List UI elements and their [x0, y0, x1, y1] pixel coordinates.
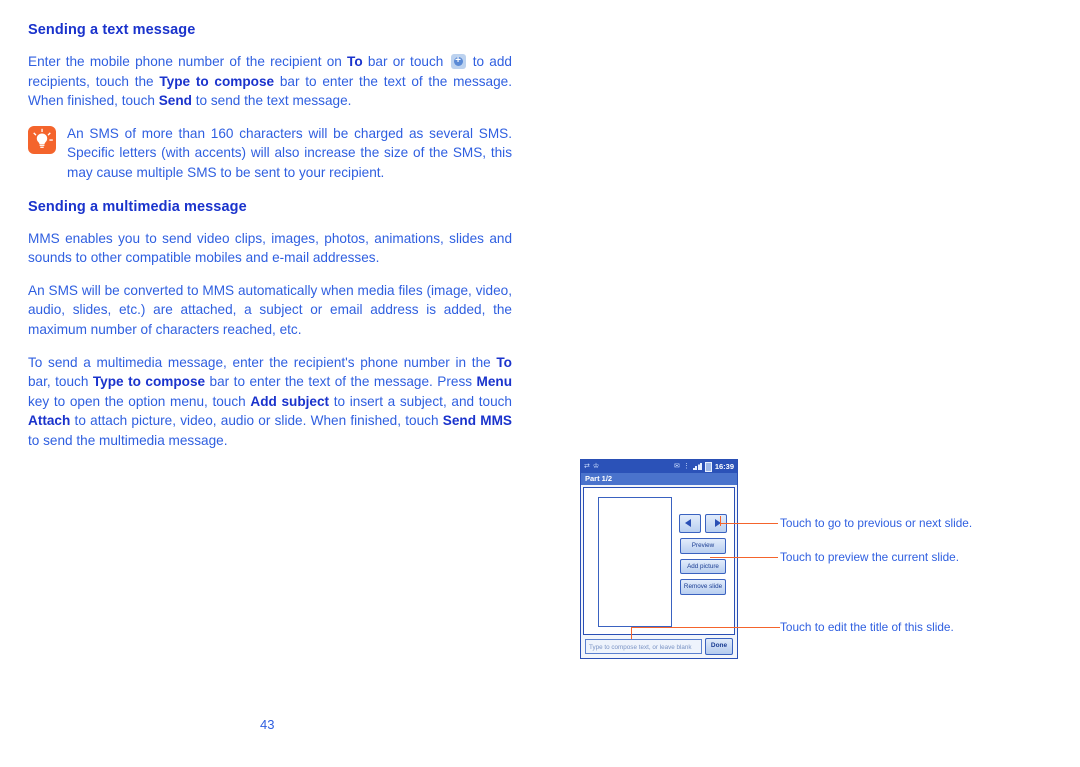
sync-icon: ⇄: [584, 463, 590, 470]
slide-preview-canvas[interactable]: [598, 497, 672, 627]
callout-label: Touch to edit the title of this slide.: [780, 620, 954, 634]
para1-seg2: bar or touch: [362, 54, 449, 69]
callout-label: Touch to preview the current slide.: [780, 550, 960, 564]
compose-text-input[interactable]: Type to compose text, or leave blank: [585, 639, 702, 654]
callout-line: [710, 556, 778, 558]
status-left-icons: ⇄ ♔: [584, 460, 599, 473]
tip-note-text: An SMS of more than 160 characters will …: [67, 125, 512, 180]
phone-compose-footer: Type to compose text, or leave blank Don…: [583, 637, 735, 656]
para4-seg2: bar, touch: [28, 374, 93, 390]
done-button[interactable]: Done: [705, 638, 733, 655]
callout-leader-title: [631, 627, 632, 639]
para4-bold-menu: Menu: [476, 374, 513, 390]
phone-status-bar: ⇄ ♔ ✉ ⋮ 16:39: [581, 460, 737, 473]
paragraph-mms-enables: MMS enables you to send video clips, ima…: [28, 230, 512, 266]
para4-bold-type-to-compose: Type to compose: [92, 374, 206, 390]
callout-line-horizontal: [631, 627, 780, 628]
para4-seg3: bar to enter the text of the message. Pr…: [205, 374, 477, 390]
signal-strength-icon: [692, 463, 702, 470]
para1-bold-to: To: [347, 54, 363, 69]
paragraph-send-mms-steps: To send a multimedia message, enter the …: [28, 353, 512, 451]
previous-slide-arrow-icon[interactable]: [679, 514, 701, 533]
para4-seg1: To send a multimedia message, enter the …: [28, 354, 497, 370]
left-column-content: Sending a text message Enter the mobile …: [28, 22, 512, 451]
para1-bold-type-to-compose: Type to compose: [159, 73, 275, 89]
page-left: Sending a text message Enter the mobile …: [0, 0, 540, 767]
heading-sending-multimedia-message: Sending a multimedia message: [28, 198, 247, 215]
remove-slide-button[interactable]: Remove slide: [680, 579, 726, 595]
callout-preview: Touch to preview the current slide.: [710, 550, 959, 564]
tip-lightbulb-icon: [28, 125, 56, 154]
tip-note-box: An SMS of more than 160 characters will …: [28, 124, 512, 183]
callout-line: [720, 522, 778, 524]
para1-seg5: to send the text message.: [191, 93, 352, 109]
paragraph-sending-text: Enter the mobile phone number of the rec…: [28, 52, 512, 111]
heading-sending-text-message: Sending a text message: [28, 22, 196, 38]
status-right-icons: ✉ ⋮ 16:39: [674, 460, 734, 473]
para4-seg6: to attach picture, video, audio or slide…: [70, 413, 443, 429]
paragraph-sms-converted: An SMS will be converted to MMS automati…: [28, 282, 512, 337]
add-recipient-icon: [450, 53, 466, 69]
para1-seg1: Enter the mobile phone number of the rec…: [28, 54, 348, 69]
bluetooth-icon: ✉: [673, 463, 680, 470]
page-number-left: 43: [260, 717, 275, 732]
callout-previous-next: Touch to go to previous or next slide.: [720, 516, 972, 530]
para4-bold-send-mms: Send MMS: [442, 413, 512, 429]
status-clock: 16:39: [714, 462, 734, 471]
para4-bold-to: To: [496, 354, 512, 370]
para4-seg4: key to open the option menu, touch: [28, 393, 251, 409]
phone-title-bar: Part 1/2: [581, 473, 737, 485]
callout-edit-title: Touch to edit the title of this slide.: [778, 620, 954, 634]
para4-bold-attach: Attach: [28, 413, 71, 429]
para1-bold-send: Send: [158, 93, 192, 109]
para4-bold-add-subject: Add subject: [250, 393, 330, 409]
vibrate-icon: ⋮: [682, 463, 690, 470]
callout-label: Touch to go to previous or next slide.: [780, 516, 973, 530]
usb-icon: ♔: [592, 463, 600, 470]
para4-seg7: to send the multimedia message.: [28, 432, 228, 448]
battery-icon: [704, 461, 712, 472]
slideshow-editor-figure: ⇄ ♔ ✉ ⋮ 16:39 Part 1/2 Preview Add pictu…: [580, 459, 1050, 669]
para4-seg5: to insert a subject, and touch: [329, 393, 512, 409]
